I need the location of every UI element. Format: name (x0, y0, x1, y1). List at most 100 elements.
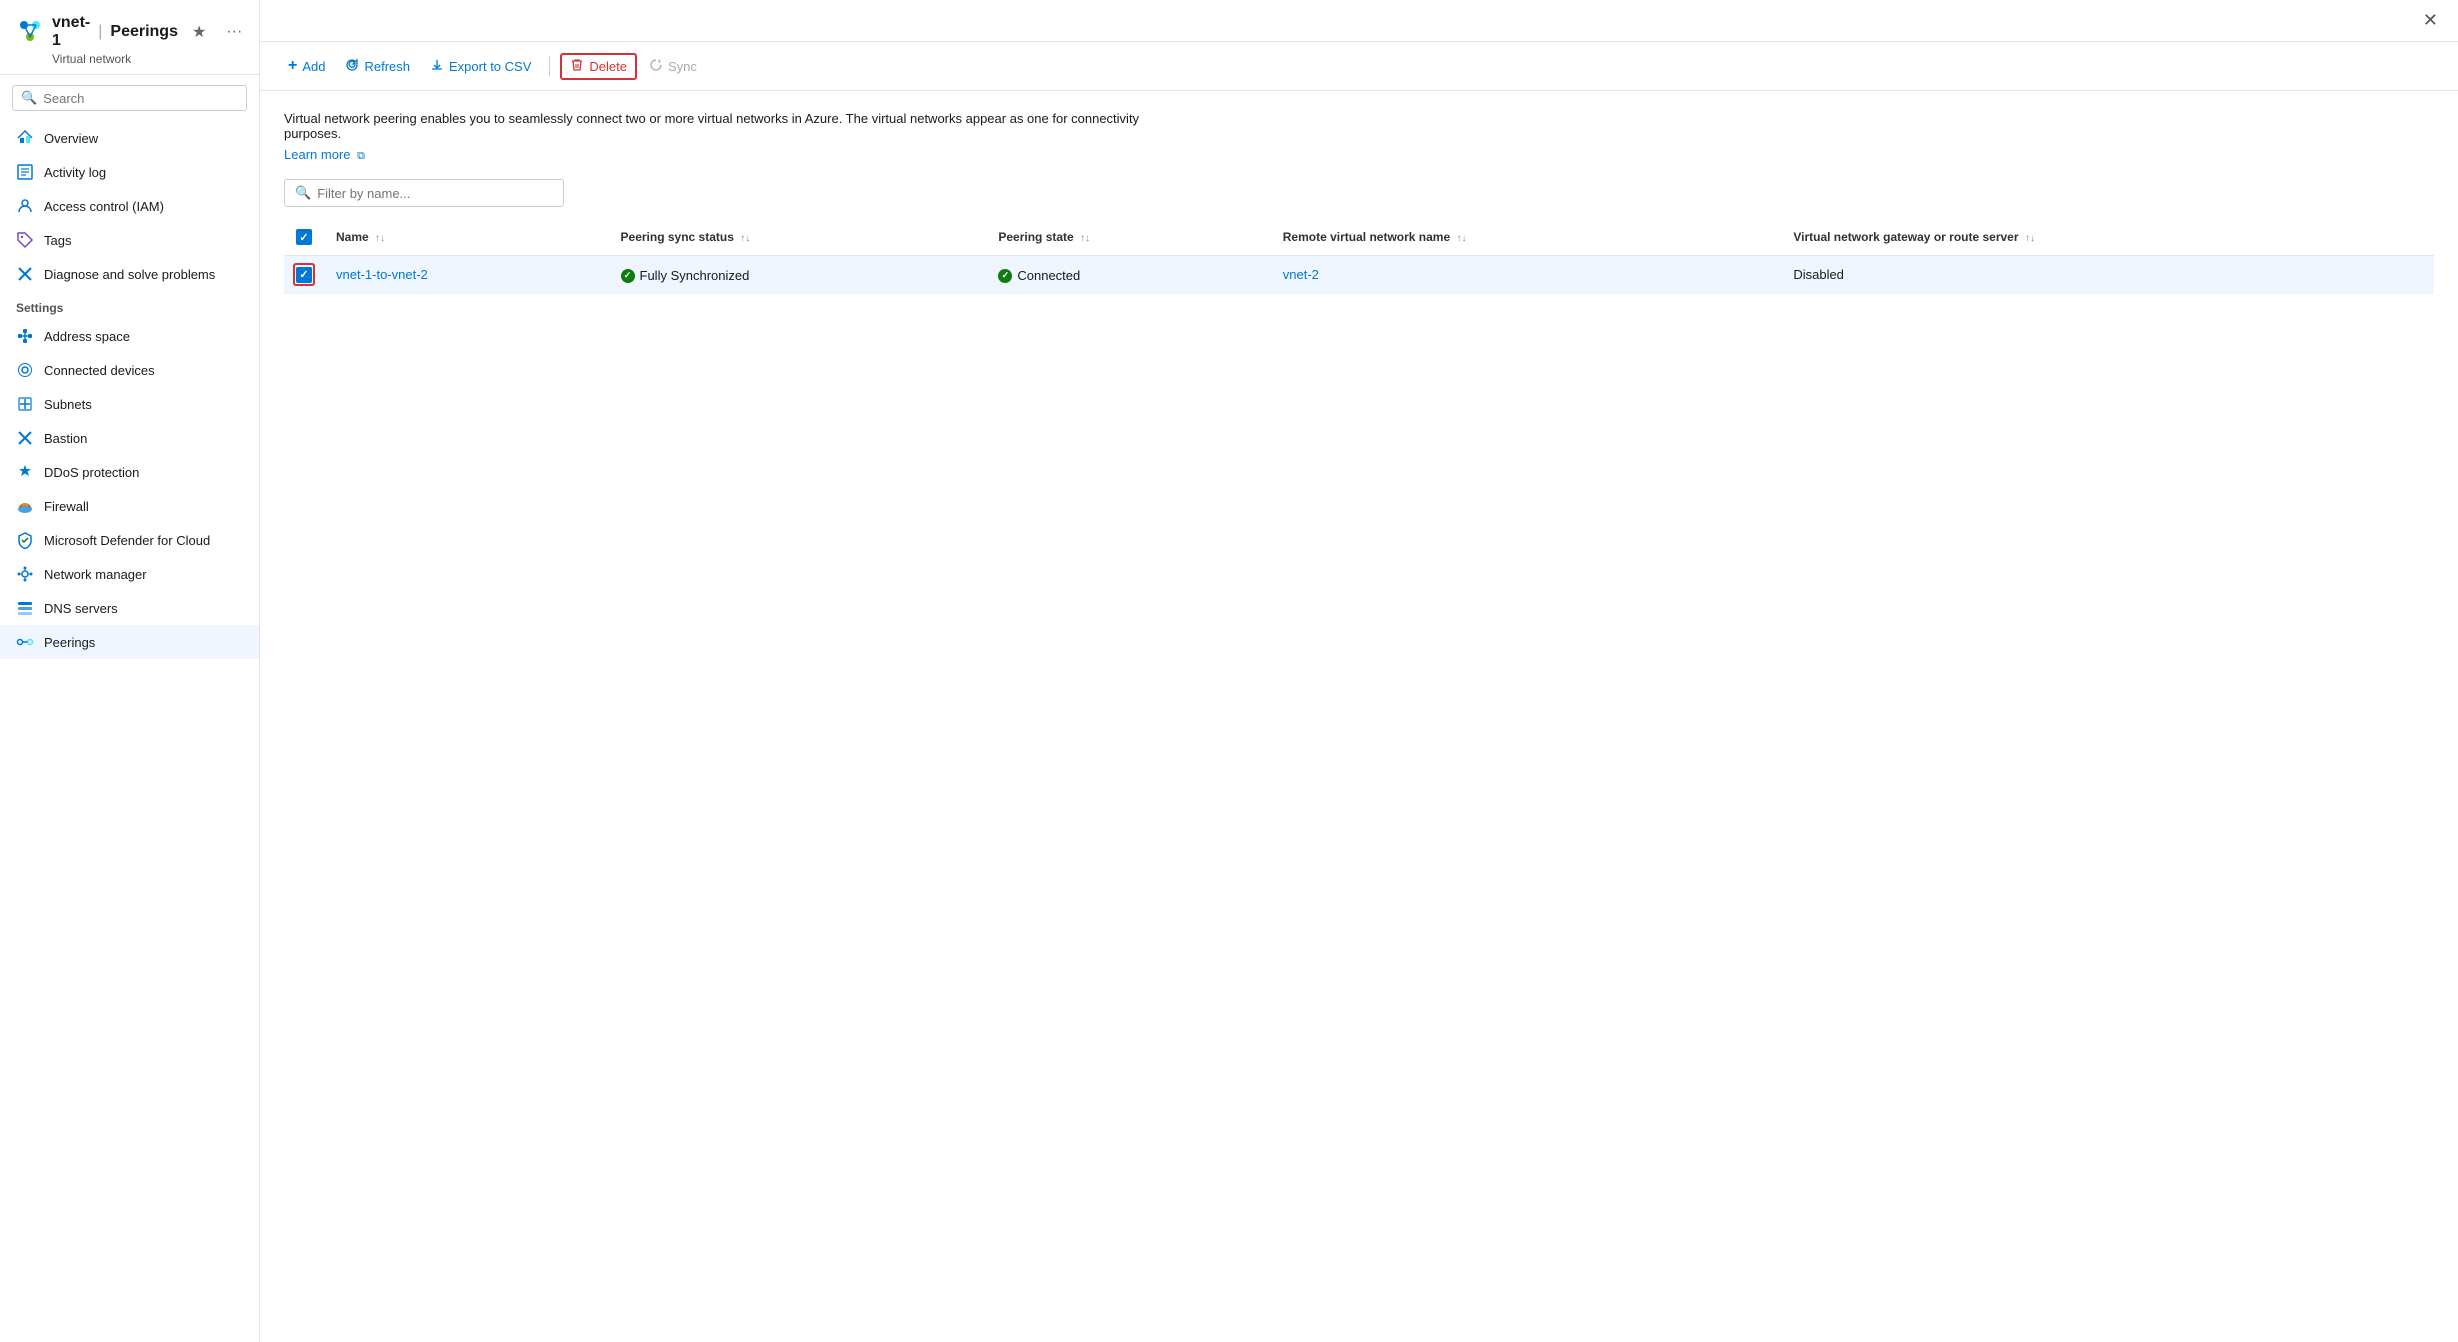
remote-vnet-link[interactable]: vnet-2 (1283, 267, 1319, 282)
sort-sync-icon[interactable]: ↑↓ (740, 233, 750, 244)
col-peering-sync-status: Peering sync status ↑↓ (609, 219, 987, 256)
data-table: ✓ Name ↑↓ Peering sync status ↑↓ Peer (284, 219, 2434, 294)
main-content: ✕ + Add Refresh Export to CSV (260, 0, 2458, 1342)
sidebar-item-label: Firewall (44, 499, 89, 514)
peering-state-icon (998, 269, 1012, 283)
refresh-button[interactable]: Refresh (337, 53, 418, 80)
title-separator: | (98, 23, 102, 41)
sort-remote-icon[interactable]: ↑↓ (1457, 233, 1467, 244)
sidebar-item-label: Network manager (44, 567, 147, 582)
sidebar-item-activity-log[interactable]: Activity log (0, 155, 259, 189)
resource-subtitle: Virtual network (52, 52, 243, 66)
learn-more-link[interactable]: Learn more ⧉ (284, 147, 365, 162)
description-text: Virtual network peering enables you to s… (284, 111, 1184, 141)
sidebar-item-label: Microsoft Defender for Cloud (44, 533, 210, 548)
refresh-label: Refresh (364, 59, 410, 74)
peering-state-text: Connected (1017, 268, 1080, 283)
search-input[interactable] (43, 91, 238, 106)
sidebar-item-dns-servers[interactable]: DNS servers (0, 591, 259, 625)
learn-more-label: Learn more (284, 147, 350, 162)
sort-state-icon[interactable]: ↑↓ (1080, 233, 1090, 244)
favorite-button[interactable]: ★ (186, 20, 212, 44)
sidebar-item-overview[interactable]: Overview (0, 121, 259, 155)
app-container: vnet-1 | Peerings ★ ··· Virtual network … (0, 0, 2458, 1342)
export-label: Export to CSV (449, 59, 531, 74)
row-name-link[interactable]: vnet-1-to-vnet-2 (336, 267, 428, 282)
sync-icon (649, 58, 663, 75)
sidebar-item-label: Access control (IAM) (44, 199, 164, 214)
sort-gateway-icon[interactable]: ↑↓ (2025, 233, 2035, 244)
refresh-icon (345, 58, 359, 75)
toolbar: + Add Refresh Export to CSV (260, 42, 2458, 91)
peerings-icon (16, 633, 34, 651)
dns-icon (16, 599, 34, 617)
row-checkbox-cell: ✓ (284, 256, 324, 294)
sidebar: vnet-1 | Peerings ★ ··· Virtual network … (0, 0, 260, 1342)
more-options-button[interactable]: ··· (220, 21, 248, 43)
add-label: Add (302, 59, 325, 74)
gateway-value: Disabled (1793, 267, 1844, 282)
col-name: Name ↑↓ (324, 219, 609, 256)
diagnose-icon (16, 265, 34, 283)
sync-button[interactable]: Sync (641, 53, 705, 80)
filter-input[interactable] (317, 186, 553, 201)
peering-state-badge: Connected (998, 268, 1080, 283)
sync-status-text: Fully Synchronized (640, 268, 750, 283)
tags-icon (16, 231, 34, 249)
sidebar-item-label: Connected devices (44, 363, 155, 378)
resource-name: vnet-1 (52, 14, 90, 50)
col-peering-state: Peering state ↑↓ (986, 219, 1270, 256)
sidebar-item-address-space[interactable]: Address space (0, 319, 259, 353)
sidebar-item-label: Tags (44, 233, 71, 248)
sidebar-item-network-manager[interactable]: Network manager (0, 557, 259, 591)
select-all-header: ✓ (284, 219, 324, 256)
col-gateway: Virtual network gateway or route server … (1781, 219, 2434, 256)
row-remote-vnet-cell: vnet-2 (1271, 256, 1782, 294)
sync-status-icon (621, 269, 635, 283)
ddos-icon (16, 463, 34, 481)
sidebar-item-ddos[interactable]: DDoS protection (0, 455, 259, 489)
select-all-checkbox[interactable]: ✓ (296, 229, 312, 245)
external-link-icon: ⧉ (357, 150, 365, 162)
sidebar-nav: Overview Activity log Access control (IA… (0, 121, 259, 1342)
export-button[interactable]: Export to CSV (422, 53, 539, 80)
table-row: ✓ vnet-1-to-vnet-2 Fully Synchronized (284, 256, 2434, 294)
row-gateway-cell: Disabled (1781, 256, 2434, 294)
filter-icon: 🔍 (295, 185, 311, 201)
sidebar-item-subnets[interactable]: Subnets (0, 387, 259, 421)
sidebar-item-defender[interactable]: Microsoft Defender for Cloud (0, 523, 259, 557)
settings-section-label: Settings (0, 291, 259, 319)
sidebar-item-label: DDoS protection (44, 465, 139, 480)
col-remote-vnet: Remote virtual network name ↑↓ (1271, 219, 1782, 256)
filter-box: 🔍 (284, 179, 564, 207)
sidebar-item-label: Activity log (44, 165, 106, 180)
delete-label: Delete (589, 59, 627, 74)
close-button[interactable]: ✕ (2423, 10, 2438, 31)
sidebar-item-peerings[interactable]: Peerings (0, 625, 259, 659)
top-bar: ✕ (260, 0, 2458, 42)
bastion-icon (16, 429, 34, 447)
sidebar-item-connected-devices[interactable]: Connected devices (0, 353, 259, 387)
sidebar-item-tags[interactable]: Tags (0, 223, 259, 257)
sidebar-item-bastion[interactable]: Bastion (0, 421, 259, 455)
search-box: 🔍 (12, 85, 247, 111)
delete-button[interactable]: Delete (560, 53, 637, 80)
row-name-cell: vnet-1-to-vnet-2 (324, 256, 609, 294)
sidebar-header: vnet-1 | Peerings ★ ··· Virtual network (0, 0, 259, 75)
sync-status-badge: Fully Synchronized (621, 268, 750, 283)
connected-devices-icon (16, 361, 34, 379)
page-title: Peerings (110, 23, 178, 41)
network-manager-icon (16, 565, 34, 583)
sidebar-item-access-control[interactable]: Access control (IAM) (0, 189, 259, 223)
sidebar-item-firewall[interactable]: Firewall (0, 489, 259, 523)
row-select-checkbox[interactable]: ✓ (296, 267, 312, 283)
sort-name-icon[interactable]: ↑↓ (375, 233, 385, 244)
defender-icon (16, 531, 34, 549)
row-peering-state-cell: Connected (986, 256, 1270, 294)
sidebar-item-diagnose[interactable]: Diagnose and solve problems (0, 257, 259, 291)
firewall-icon (16, 497, 34, 515)
sidebar-item-label: Address space (44, 329, 130, 344)
sidebar-item-label: Diagnose and solve problems (44, 267, 215, 282)
toolbar-separator (549, 56, 550, 76)
add-button[interactable]: + Add (280, 52, 333, 80)
